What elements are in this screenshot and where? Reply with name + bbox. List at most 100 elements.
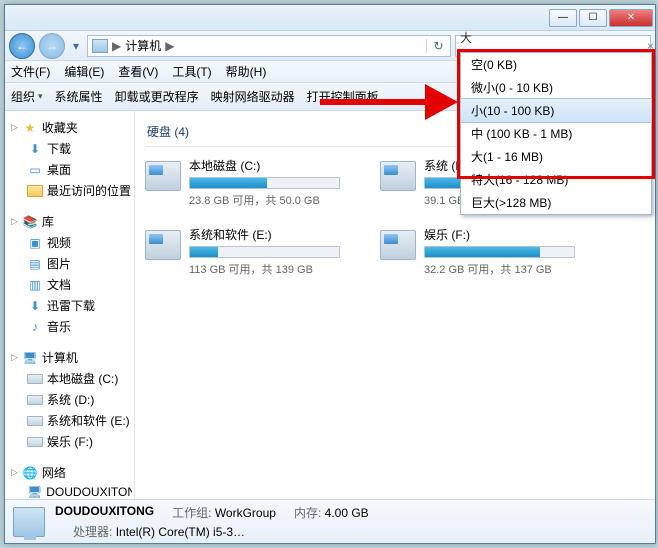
- usage-bar: [189, 177, 340, 189]
- drive-item[interactable]: 系统和软件 (E:) 113 GB 可用，共 139 GB: [145, 226, 340, 277]
- uninstall-button[interactable]: 卸载或更改程序: [115, 88, 199, 105]
- menu-tools[interactable]: 工具(T): [172, 63, 211, 80]
- sidebar-item-documents[interactable]: ▥文档: [9, 274, 132, 295]
- sidebar-group-libraries: ▷📚库 ▣视频 ▤图片 ▥文档 ⬇迅雷下载 ♪音乐: [9, 211, 132, 337]
- drive-icon: [145, 230, 181, 260]
- size-filter-option[interactable]: 中 (100 KB - 1 MB): [461, 122, 651, 145]
- drive-stats: 23.8 GB 可用，共 50.0 GB: [189, 192, 340, 208]
- document-icon: ▥: [27, 278, 43, 292]
- address-bar[interactable]: ▶ 计算机 ▶ ↻: [87, 35, 451, 57]
- path-segment[interactable]: 计算机: [125, 37, 161, 54]
- sidebar-item-videos[interactable]: ▣视频: [9, 232, 132, 253]
- sidebar: ▷★收藏夹 ⬇下载 ▭桌面 最近访问的位置 ▷📚库 ▣视频 ▤图片 ▥文档 ⬇迅…: [5, 111, 135, 499]
- drive-icon: [145, 161, 181, 191]
- caret-icon: ▷: [11, 216, 18, 227]
- sidebar-item-network-host[interactable]: 🖥DOUDOUXITONG: [9, 483, 132, 499]
- sidebar-header-network[interactable]: ▷🌐网络: [9, 462, 132, 483]
- recent-icon: [27, 184, 43, 198]
- drive-icon: [27, 435, 43, 449]
- size-filter-option[interactable]: 空(0 KB): [461, 53, 651, 76]
- drive-name: 娱乐 (F:): [424, 226, 575, 243]
- desktop-icon: ▭: [27, 163, 43, 177]
- caret-icon: ▷: [11, 467, 18, 478]
- sidebar-item-recent[interactable]: 最近访问的位置: [9, 180, 132, 201]
- sidebar-item-pictures[interactable]: ▤图片: [9, 253, 132, 274]
- drive-icon: [380, 161, 416, 191]
- menu-view[interactable]: 查看(V): [118, 63, 158, 80]
- size-filter-dropdown: 空(0 KB)微小(0 - 10 KB)小(10 - 100 KB)中 (100…: [460, 52, 652, 215]
- forward-button[interactable]: →: [39, 33, 65, 59]
- drive-name: 系统和软件 (E:): [189, 226, 340, 243]
- back-button[interactable]: ←: [9, 33, 35, 59]
- sidebar-item-music[interactable]: ♪音乐: [9, 316, 132, 337]
- drive-icon: [27, 372, 43, 386]
- sidebar-item-drive-e[interactable]: 系统和软件 (E:): [9, 410, 132, 431]
- sidebar-header-libraries[interactable]: ▷📚库: [9, 211, 132, 232]
- arrow-right-icon: →: [46, 39, 58, 53]
- maximize-button[interactable]: ☐: [579, 9, 607, 27]
- refresh-icon[interactable]: ↻: [426, 39, 446, 53]
- download-icon: ⬇: [27, 142, 43, 156]
- arrow-left-icon: ←: [16, 39, 28, 53]
- sidebar-item-downloads[interactable]: ⬇下载: [9, 138, 132, 159]
- memory-label: 内存:: [294, 506, 321, 520]
- status-bar: DOUDOUXITONG 工作组: WorkGroup 内存: 4.00 GB …: [5, 499, 655, 543]
- video-icon: ▣: [27, 236, 43, 250]
- clear-search-icon[interactable]: ×: [647, 39, 654, 53]
- usage-bar: [189, 246, 340, 258]
- status-text: DOUDOUXITONG 工作组: WorkGroup 内存: 4.00 GB …: [55, 504, 369, 540]
- computer-icon: [92, 39, 108, 53]
- picture-icon: ▤: [27, 257, 43, 271]
- sidebar-group-favorites: ▷★收藏夹 ⬇下载 ▭桌面 最近访问的位置: [9, 117, 132, 201]
- sidebar-item-desktop[interactable]: ▭桌面: [9, 159, 132, 180]
- chevron-down-icon: ▾: [38, 91, 43, 102]
- workgroup-value: WorkGroup: [215, 506, 276, 520]
- sidebar-group-network: ▷🌐网络 🖥DOUDOUXITONG 🖥USERMIC-CJ7B: [9, 462, 132, 499]
- caret-icon: ▷: [11, 122, 18, 133]
- download-icon: ⬇: [27, 299, 43, 313]
- path-separator-icon: ▶: [165, 39, 174, 53]
- sidebar-item-drive-d[interactable]: 系统 (D:): [9, 389, 132, 410]
- computer-icon: 🖥: [22, 351, 38, 365]
- sidebar-item-drive-f[interactable]: 娱乐 (F:): [9, 431, 132, 452]
- drive-icon: [380, 230, 416, 260]
- workgroup-label: 工作组:: [172, 506, 211, 520]
- caret-icon: ▷: [11, 352, 18, 363]
- usage-bar: [424, 246, 575, 258]
- system-props-button[interactable]: 系统属性: [55, 88, 103, 105]
- drive-stats: 32.2 GB 可用，共 137 GB: [424, 261, 575, 277]
- history-chevron-icon[interactable]: ▾: [69, 35, 83, 57]
- sidebar-header-computer[interactable]: ▷🖥计算机: [9, 347, 132, 368]
- menu-help[interactable]: 帮助(H): [226, 63, 267, 80]
- map-drive-button[interactable]: 映射网络驱动器: [211, 88, 295, 105]
- system-icon: [13, 507, 45, 537]
- memory-value: 4.00 GB: [325, 506, 369, 520]
- library-icon: 📚: [22, 215, 38, 229]
- menu-file[interactable]: 文件(F): [11, 63, 50, 80]
- host-icon: 🖥: [27, 485, 42, 499]
- network-icon: 🌐: [22, 466, 38, 480]
- menu-edit[interactable]: 编辑(E): [64, 63, 104, 80]
- minimize-button[interactable]: —: [549, 9, 577, 27]
- status-computer-name: DOUDOUXITONG: [55, 504, 154, 521]
- star-icon: ★: [22, 121, 38, 135]
- sidebar-header-favorites[interactable]: ▷★收藏夹: [9, 117, 132, 138]
- drive-icon: [27, 414, 43, 428]
- size-filter-option[interactable]: 微小(0 - 10 KB): [461, 76, 651, 99]
- sidebar-item-xunlei[interactable]: ⬇迅雷下载: [9, 295, 132, 316]
- drive-stats: 113 GB 可用，共 139 GB: [189, 261, 340, 277]
- size-filter-option[interactable]: 特大(16 - 128 MB): [461, 168, 651, 191]
- drive-name: 本地磁盘 (C:): [189, 157, 340, 174]
- drive-item[interactable]: 本地磁盘 (C:) 23.8 GB 可用，共 50.0 GB: [145, 157, 340, 208]
- control-panel-button[interactable]: 打开控制面板: [307, 88, 379, 105]
- sidebar-group-computer: ▷🖥计算机 本地磁盘 (C:) 系统 (D:) 系统和软件 (E:) 娱乐 (F…: [9, 347, 132, 452]
- sidebar-item-drive-c[interactable]: 本地磁盘 (C:): [9, 368, 132, 389]
- drive-item[interactable]: 娱乐 (F:) 32.2 GB 可用，共 137 GB: [380, 226, 575, 277]
- size-filter-option[interactable]: 巨大(>128 MB): [461, 191, 651, 214]
- size-filter-option[interactable]: 小(10 - 100 KB): [460, 98, 652, 123]
- titlebar: — ☐ ✕: [5, 5, 655, 31]
- close-button[interactable]: ✕: [609, 9, 653, 27]
- organize-button[interactable]: 组织▾: [11, 88, 43, 105]
- size-filter-option[interactable]: 大(1 - 16 MB): [461, 145, 651, 168]
- cpu-label: 处理器:: [73, 525, 112, 539]
